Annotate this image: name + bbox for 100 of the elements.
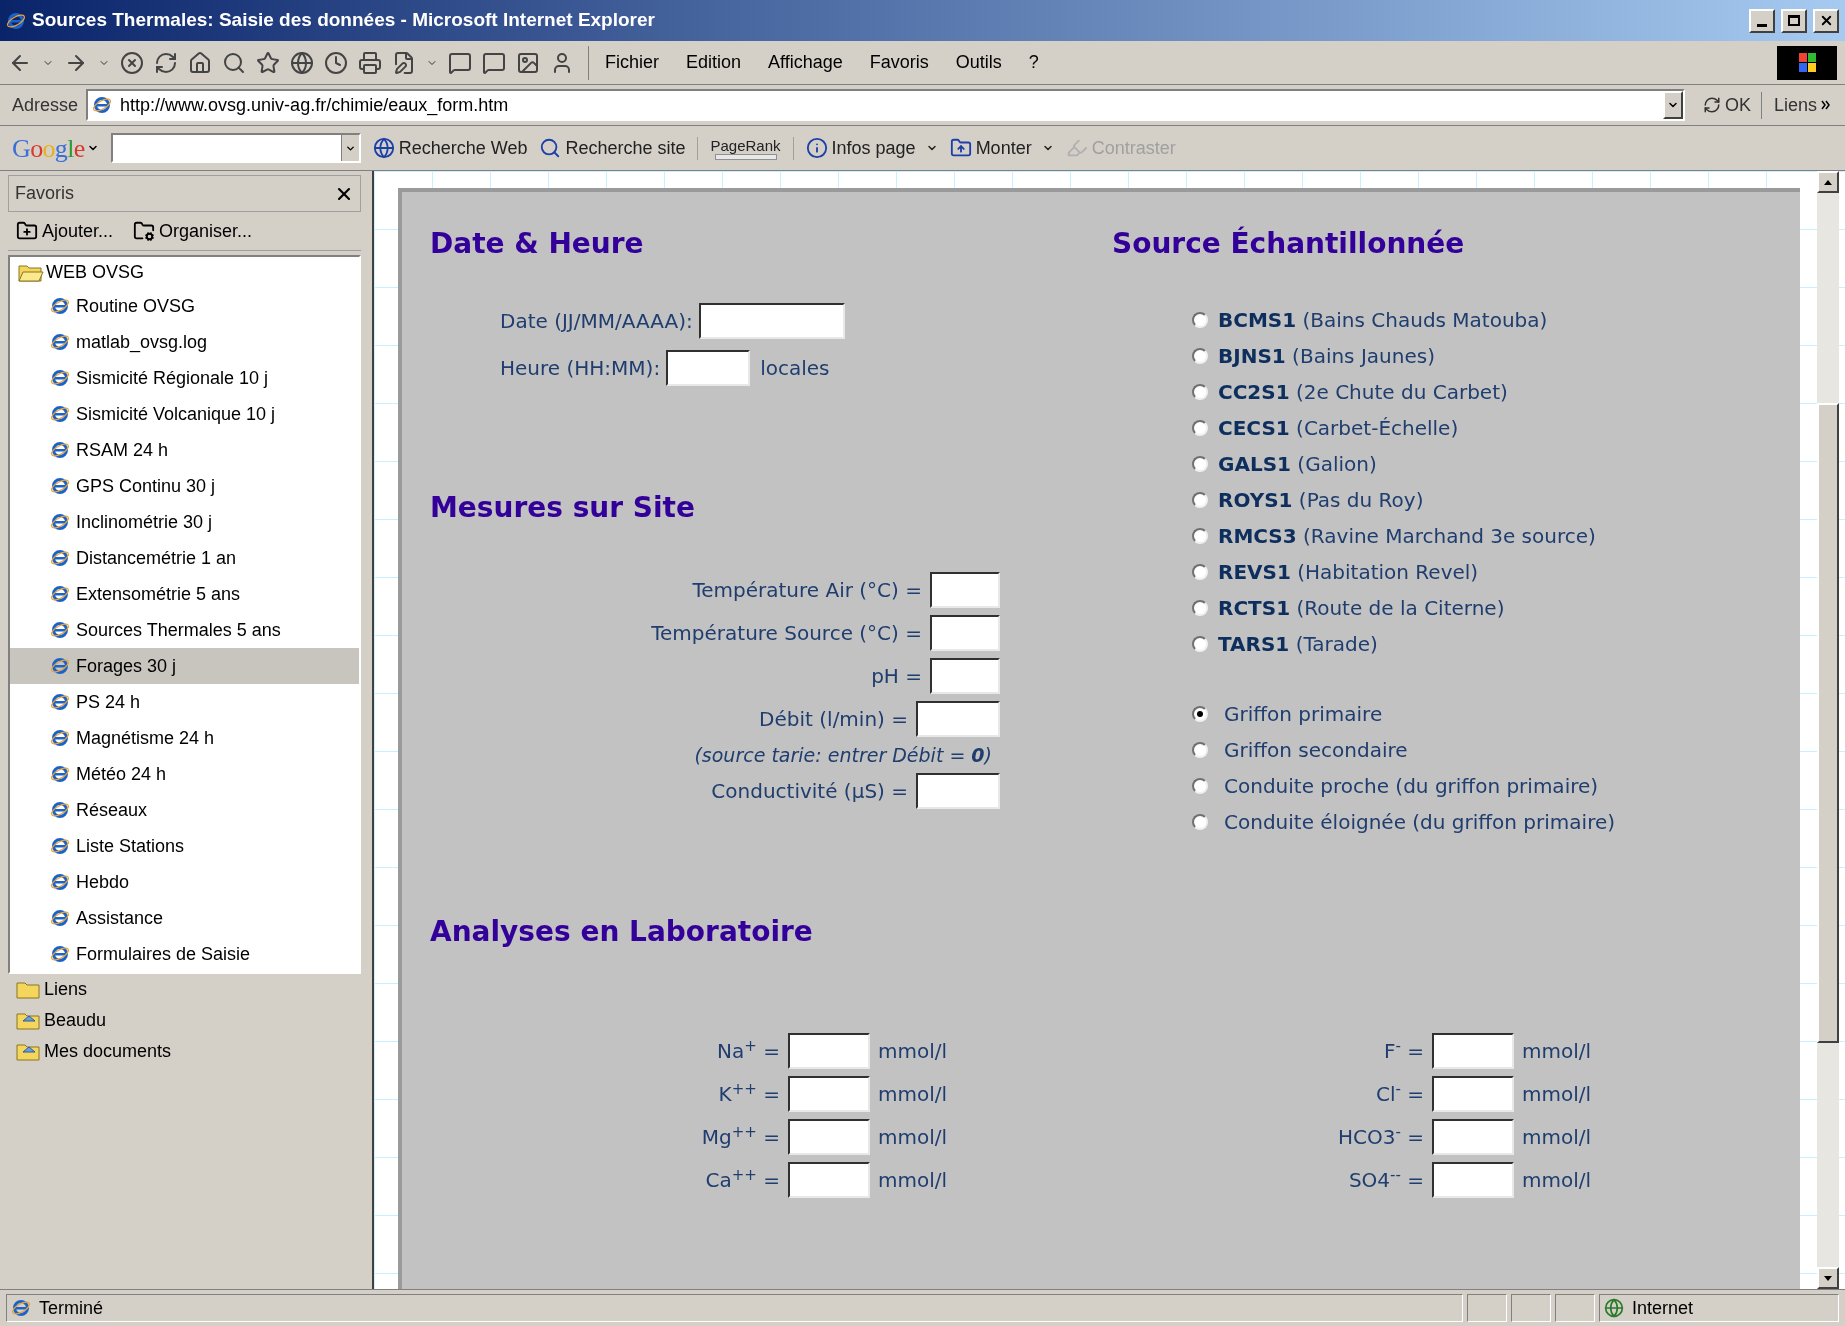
radio-button[interactable] (1192, 528, 1208, 544)
station-label: CECS1 (Carbet-Échelle) (1218, 415, 1459, 442)
input-field[interactable] (930, 658, 1000, 694)
favorite-item[interactable]: PS 24 h (10, 684, 359, 720)
favorite-item[interactable]: Hebdo (10, 864, 359, 900)
menu-item[interactable]: Favoris (869, 49, 929, 76)
edit-icon[interactable] (392, 50, 416, 75)
ie-icon (92, 95, 113, 115)
menu-item[interactable]: ? (1028, 49, 1039, 76)
clock-icon[interactable] (324, 50, 348, 75)
scrollbar[interactable] (1817, 171, 1839, 1289)
radio-button[interactable] (1192, 384, 1208, 400)
go-button[interactable]: OK (1692, 91, 1762, 119)
printer-icon[interactable] (358, 50, 382, 75)
menu-item[interactable]: Fichier (605, 49, 659, 76)
radio-button[interactable] (1192, 778, 1208, 794)
radio-button[interactable] (1192, 706, 1208, 722)
favorite-item[interactable]: Distancemétrie 1 an (10, 540, 359, 576)
ie-icon (50, 800, 70, 820)
organize-button[interactable]: Organiser... (133, 217, 253, 245)
dropdown-button[interactable] (340, 135, 359, 161)
menu-item[interactable]: Affichage (768, 49, 843, 76)
input-field[interactable] (666, 350, 751, 386)
radio-button[interactable] (1192, 420, 1208, 436)
home-icon[interactable] (188, 50, 212, 75)
input-field[interactable] (916, 773, 1000, 809)
ie-icon (50, 692, 70, 712)
toolbar-button[interactable]: Monter (949, 134, 1054, 162)
input-field[interactable] (916, 701, 1000, 737)
input-field[interactable] (788, 1033, 870, 1069)
star-icon[interactable] (256, 50, 280, 75)
menu-item[interactable]: Edition (686, 49, 742, 76)
input-field[interactable] (1432, 1119, 1514, 1155)
field-label: Conductivité (µS) = (711, 778, 908, 805)
favorite-item[interactable]: Assistance (10, 900, 359, 936)
folder-item[interactable]: Beaudu (8, 1005, 361, 1036)
radio-button[interactable] (1192, 312, 1208, 328)
radio-button[interactable] (1192, 600, 1208, 616)
station-label: RMCS3 (Ravine Marchand 3e source) (1218, 523, 1596, 550)
input-field[interactable] (930, 572, 1000, 608)
favorite-item[interactable]: Forages 30 j (10, 648, 359, 684)
input-field[interactable] (788, 1119, 870, 1155)
favorite-item[interactable]: Réseaux (10, 792, 359, 828)
picture-icon[interactable] (516, 50, 540, 75)
globe-icon[interactable] (290, 50, 314, 75)
search-icon[interactable] (222, 50, 246, 75)
favorite-item[interactable]: Routine OVSG (10, 288, 359, 324)
google-search-field[interactable] (110, 133, 361, 163)
scroll-up-button[interactable] (1817, 171, 1839, 193)
favorite-item[interactable]: Sismicité Volcanique 10 j (10, 396, 359, 432)
scroll-down-button[interactable] (1817, 1267, 1839, 1289)
toolbar-button[interactable]: Recherche Web (372, 134, 528, 162)
minimize-button[interactable] (1749, 8, 1775, 33)
close-button[interactable] (1813, 8, 1839, 33)
radio-button[interactable] (1192, 742, 1208, 758)
option-label: Conduite proche (du griffon primaire) (1224, 773, 1599, 800)
speech-bubble-icon[interactable] (448, 50, 472, 75)
field-label: Débit (l/min) = (759, 706, 908, 733)
speech-bubble-icon[interactable] (482, 50, 506, 75)
favorite-item[interactable]: Sismicité Régionale 10 j (10, 360, 359, 396)
favorite-item[interactable]: Formulaires de Saisie (10, 936, 359, 972)
favorite-item[interactable]: Inclinométrie 30 j (10, 504, 359, 540)
input-field[interactable] (930, 615, 1000, 651)
folder-item[interactable]: WEB OVSG (10, 257, 359, 288)
maximize-button[interactable] (1781, 8, 1807, 33)
refresh-icon[interactable] (154, 50, 178, 75)
radio-button[interactable] (1192, 456, 1208, 472)
input-field[interactable] (1432, 1162, 1514, 1198)
favorite-item[interactable]: matlab_ovsg.log (10, 324, 359, 360)
ie-icon (50, 908, 70, 928)
favorite-item[interactable]: RSAM 24 h (10, 432, 359, 468)
favorite-item[interactable]: Sources Thermales 5 ans (10, 612, 359, 648)
radio-button[interactable] (1192, 492, 1208, 508)
stop-icon[interactable] (120, 50, 144, 75)
add-favorite-button[interactable]: Ajouter... (16, 217, 114, 245)
radio-button[interactable] (1192, 348, 1208, 364)
toolbar-button[interactable]: Infos page (805, 134, 938, 162)
input-field[interactable] (1432, 1033, 1514, 1069)
favorite-item[interactable]: GPS Continu 30 j (10, 468, 359, 504)
radio-button[interactable] (1192, 814, 1208, 830)
address-field[interactable]: http://www.ovsg.univ-ag.fr/chimie/eaux_form.htm (86, 89, 1685, 121)
folder-item[interactable]: Liens (8, 974, 361, 1005)
input-field[interactable] (1432, 1076, 1514, 1112)
minimize-icon (1757, 24, 1767, 27)
ie-icon (50, 944, 70, 964)
section-heading: Analyses en Laboratoire (430, 914, 814, 950)
radio-button[interactable] (1192, 564, 1208, 580)
toolbar-button[interactable]: Recherche site (539, 134, 686, 162)
favorite-item[interactable]: Météo 24 h (10, 756, 359, 792)
favorite-item[interactable]: Extensométrie 5 ans (10, 576, 359, 612)
pagerank-meter[interactable]: PageRank (697, 136, 794, 160)
radio-button[interactable] (1192, 636, 1208, 652)
links-button[interactable]: Liens (1769, 91, 1833, 119)
folder-item[interactable]: Mes documents (8, 1036, 361, 1067)
favorite-item[interactable]: Liste Stations (10, 828, 359, 864)
favorite-item[interactable]: Magnétisme 24 h (10, 720, 359, 756)
input-field[interactable] (788, 1076, 870, 1112)
input-field[interactable] (698, 303, 845, 339)
menu-item[interactable]: Outils (955, 49, 1002, 76)
input-field[interactable] (788, 1162, 870, 1198)
